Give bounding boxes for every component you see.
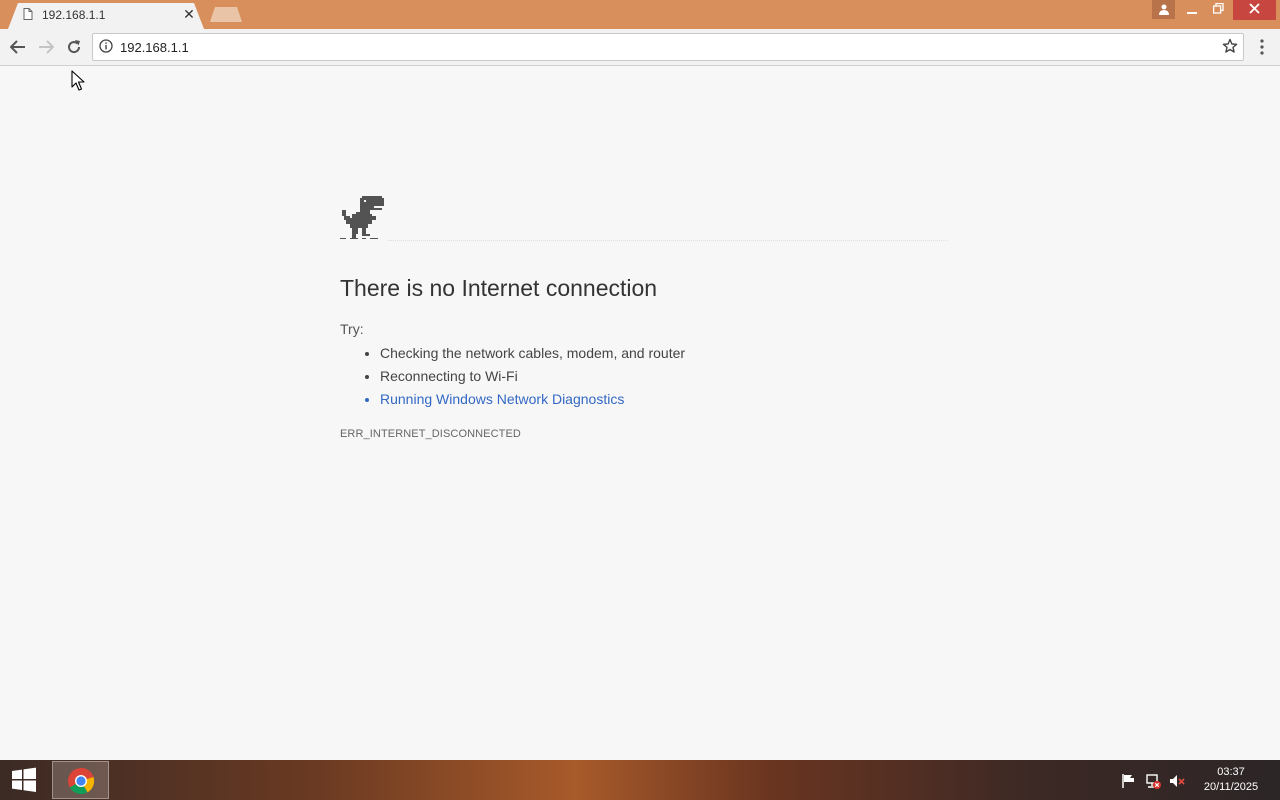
restore-button[interactable]	[1206, 0, 1230, 20]
windows-start-icon[interactable]	[8, 766, 40, 794]
reload-button[interactable]	[64, 37, 84, 57]
restore-icon	[1212, 2, 1224, 14]
action-center-flag-icon[interactable]	[1120, 772, 1138, 790]
suggestions-list: Checking the network cables, modem, and …	[340, 342, 685, 411]
close-window-icon	[1249, 3, 1260, 14]
suggestion-item: Checking the network cables, modem, and …	[380, 342, 685, 365]
network-diagnostics-link[interactable]: Running Windows Network Diagnostics	[380, 388, 685, 411]
error-page: There is no Internet connection Try: Che…	[0, 66, 1280, 760]
clock-date: 20/11/2025	[1203, 781, 1259, 793]
speaker-muted-icon[interactable]	[1168, 772, 1186, 790]
system-clock[interactable]: 03:37 20/11/2025	[1198, 765, 1264, 795]
close-icon[interactable]: ✕	[181, 6, 197, 22]
taskbar: 03:37 20/11/2025	[0, 760, 1280, 800]
minimize-button[interactable]	[1180, 0, 1204, 20]
dino-icon	[340, 196, 384, 239]
forward-button[interactable]	[36, 37, 56, 57]
back-arrow-icon	[10, 40, 25, 54]
new-tab-button[interactable]	[210, 7, 242, 22]
mouse-cursor-icon	[71, 70, 85, 91]
address-bar[interactable]: 192.168.1.1	[92, 33, 1244, 61]
reload-icon	[68, 40, 81, 54]
close-window-button[interactable]	[1233, 0, 1276, 20]
tab-active[interactable]	[8, 3, 204, 29]
minimize-icon	[1187, 12, 1197, 14]
taskbar-chrome-button[interactable]	[52, 761, 109, 799]
suggestion-item: Reconnecting to Wi-Fi	[380, 365, 685, 388]
file-icon	[23, 8, 33, 20]
title-bar: 192.168.1.1 ✕	[0, 0, 1280, 29]
clock-time: 03:37	[1217, 766, 1245, 778]
forward-arrow-icon	[39, 40, 54, 54]
back-button[interactable]	[8, 37, 28, 57]
user-icon	[1158, 4, 1169, 15]
try-label: Try:	[340, 321, 364, 337]
horizon-line	[388, 240, 948, 242]
page-title: There is no Internet connection	[340, 275, 658, 301]
network-disconnected-icon[interactable]	[1144, 772, 1162, 790]
chrome-icon	[68, 767, 95, 795]
address-bar-url: 192.168.1.1	[120, 40, 189, 55]
tab-title: 192.168.1.1	[42, 8, 106, 22]
user-profile-button[interactable]	[1152, 0, 1175, 19]
browser-toolbar: 192.168.1.1	[0, 29, 1280, 66]
error-code: ERR_INTERNET_DISCONNECTED	[340, 428, 521, 440]
kebab-menu-icon[interactable]	[1256, 37, 1268, 57]
star-icon[interactable]	[1222, 38, 1238, 54]
info-icon[interactable]	[99, 39, 113, 53]
